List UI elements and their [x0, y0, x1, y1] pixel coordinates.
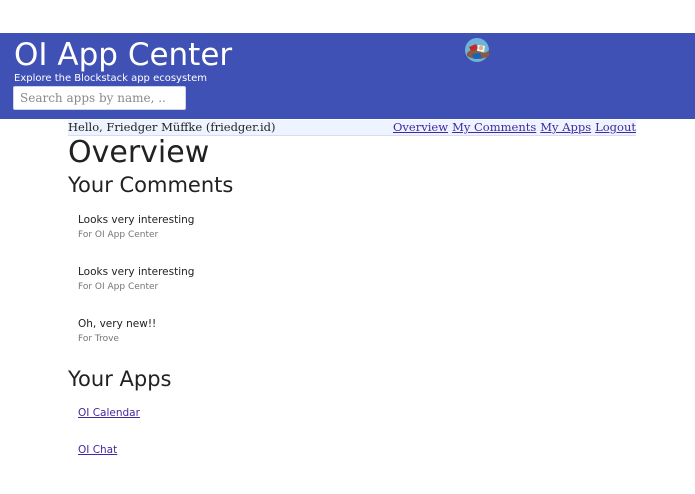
user-avatar-icon[interactable]	[465, 38, 489, 62]
comment-item: Looks very interesting For OI App Center	[78, 213, 194, 242]
nav-my-comments-link[interactable]: My Comments	[452, 120, 536, 134]
comment-item: Looks very interesting For OI App Center	[78, 265, 194, 294]
user-greeting: Hello, Friedger Müffke (friedger.id)	[68, 120, 276, 134]
top-nav: Overview My Comments My Apps Logout	[389, 120, 636, 135]
search-input[interactable]	[13, 86, 186, 110]
comment-app-name: For OI App Center	[78, 230, 159, 240]
app-title: OI App Center	[14, 37, 233, 73]
page-title: Overview	[68, 135, 210, 170]
comment-app-name: For Trove	[78, 334, 119, 344]
app-link-oi-chat[interactable]: OI Chat	[78, 443, 117, 457]
nav-logout-link[interactable]: Logout	[595, 120, 636, 134]
comments-heading: Your Comments	[68, 173, 234, 197]
comment-text: Oh, very new!!	[78, 318, 157, 330]
nav-my-apps-link[interactable]: My Apps	[540, 120, 591, 134]
comment-text: Looks very interesting	[78, 266, 195, 278]
comment-item: Oh, very new!! For Trove	[78, 317, 156, 346]
user-bar: Hello, Friedger Müffke (friedger.id) Ove…	[68, 120, 636, 136]
app-link-oi-calendar[interactable]: OI Calendar	[78, 406, 140, 420]
app-header: OI App Center Explore the Blockstack app…	[0, 33, 695, 119]
apps-heading: Your Apps	[68, 367, 172, 391]
app-subtitle: Explore the Blockstack app ecosystem	[14, 73, 207, 84]
nav-overview-link[interactable]: Overview	[393, 120, 448, 134]
comment-text: Looks very interesting	[78, 214, 195, 226]
comment-app-name: For OI App Center	[78, 282, 159, 292]
